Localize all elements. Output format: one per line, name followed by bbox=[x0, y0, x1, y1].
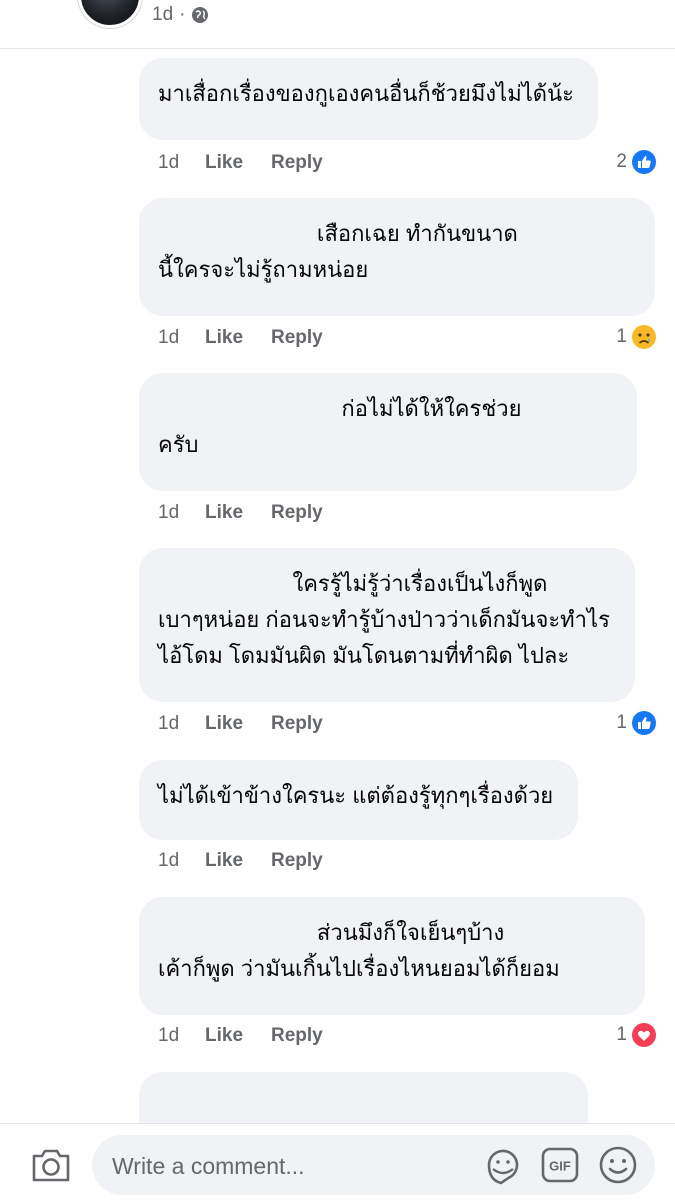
heart-icon bbox=[632, 1023, 656, 1047]
comment-text: ส่วนมึงก็ใจเย็นๆบ้าง เค้าก็พูด ว่ามันเกิ… bbox=[158, 920, 560, 981]
comment-text: มาเสื่อกเรื่องของกูเองคนอื่นก็ช้วยมึงไม่… bbox=[158, 81, 574, 106]
reaction-count: 1 bbox=[616, 712, 627, 733]
comment-text: เสือกเฉย ทำกันขนาด นี้ใครจะไม่รู้ถามหน่อ… bbox=[158, 221, 518, 282]
comment-actions: 1d Like Reply bbox=[158, 847, 323, 875]
comment-time: 1d bbox=[158, 152, 180, 173]
comment-composer: GIF bbox=[92, 1135, 655, 1197]
reaction-count: 1 bbox=[616, 1024, 627, 1045]
like-icon bbox=[632, 711, 656, 735]
avatar[interactable] bbox=[78, 0, 142, 28]
reaction-summary[interactable]: 1 bbox=[616, 709, 657, 737]
chevron-left-icon[interactable] bbox=[24, 0, 52, 10]
meta-separator: · bbox=[179, 4, 186, 25]
like-button[interactable]: Like bbox=[205, 327, 271, 349]
svg-text:GIF: GIF bbox=[549, 1159, 571, 1174]
post-meta: 1d · bbox=[152, 4, 209, 26]
like-button[interactable]: Like bbox=[205, 713, 271, 735]
post-header: 1d · bbox=[0, 0, 675, 49]
comment-bubble-partial[interactable] bbox=[139, 1072, 588, 1123]
reaction-count: 2 bbox=[616, 151, 627, 172]
post-time: 1d bbox=[152, 4, 174, 25]
reply-button[interactable]: Reply bbox=[271, 152, 323, 174]
sticker-icon[interactable] bbox=[483, 1145, 523, 1185]
reply-button[interactable]: Reply bbox=[271, 850, 323, 872]
comment-input[interactable] bbox=[110, 1135, 474, 1197]
comment-actions: 1d Like Reply bbox=[158, 499, 323, 527]
reply-button[interactable]: Reply bbox=[271, 327, 323, 349]
comment-actions: 1d Like Reply bbox=[158, 149, 323, 177]
comment-bubble[interactable]: ไม่ได้เข้าข้างใครนะ แต่ต้องรู้ทุกๆเรื่อง… bbox=[139, 760, 578, 840]
comment-text: ก่อไม่ได้ให้ใครช่วย ครับ bbox=[158, 396, 522, 457]
comment-bubble[interactable]: ก่อไม่ได้ให้ใครช่วย ครับ bbox=[139, 373, 637, 491]
sad-face-icon bbox=[632, 325, 656, 349]
gif-icon[interactable]: GIF bbox=[541, 1147, 579, 1183]
comment-time: 1d bbox=[158, 327, 180, 348]
reaction-summary[interactable]: 1 bbox=[616, 323, 657, 351]
camera-icon[interactable] bbox=[30, 1146, 72, 1184]
comment-time: 1d bbox=[158, 502, 180, 523]
comment-bubble[interactable]: เสือกเฉย ทำกันขนาด นี้ใครจะไม่รู้ถามหน่อ… bbox=[139, 198, 655, 316]
comment-actions: 1d Like Reply bbox=[158, 710, 323, 738]
comment-time: 1d bbox=[158, 1025, 180, 1046]
emoji-icon[interactable] bbox=[598, 1145, 638, 1185]
comment-actions: 1d Like Reply bbox=[158, 1022, 323, 1050]
comment-bubble[interactable]: ใครรู้ไม่รู้ว่าเรื่องเป็นไงก็พูด เบาๆหน่… bbox=[139, 548, 635, 702]
comment-text: ไม่ได้เข้าข้างใครนะ แต่ต้องรู้ทุกๆเรื่อง… bbox=[158, 783, 554, 808]
reply-button[interactable]: Reply bbox=[271, 713, 323, 735]
comments-list: มาเสื่อกเรื่องของกูเองคนอื่นก็ช้วยมึงไม่… bbox=[0, 48, 675, 1123]
comment-text: ใครรู้ไม่รู้ว่าเรื่องเป็นไงก็พูด เบาๆหน่… bbox=[158, 571, 610, 668]
comment-composer-bar: GIF bbox=[0, 1123, 675, 1201]
comment-time: 1d bbox=[158, 850, 180, 871]
comment-bubble[interactable]: ส่วนมึงก็ใจเย็นๆบ้าง เค้าก็พูด ว่ามันเกิ… bbox=[139, 897, 645, 1015]
comment-bubble[interactable]: มาเสื่อกเรื่องของกูเองคนอื่นก็ช้วยมึงไม่… bbox=[139, 58, 598, 140]
reaction-count: 1 bbox=[616, 326, 627, 347]
like-button[interactable]: Like bbox=[205, 152, 271, 174]
reply-button[interactable]: Reply bbox=[271, 1025, 323, 1047]
comment-time: 1d bbox=[158, 713, 180, 734]
like-icon bbox=[632, 150, 656, 174]
like-button[interactable]: Like bbox=[205, 502, 271, 524]
reaction-summary[interactable]: 2 bbox=[616, 148, 657, 176]
globe-icon bbox=[192, 7, 209, 23]
like-button[interactable]: Like bbox=[205, 1025, 271, 1047]
reaction-summary[interactable]: 1 bbox=[616, 1021, 657, 1049]
reply-button[interactable]: Reply bbox=[271, 502, 323, 524]
like-button[interactable]: Like bbox=[205, 850, 271, 872]
comment-actions: 1d Like Reply bbox=[158, 324, 323, 352]
